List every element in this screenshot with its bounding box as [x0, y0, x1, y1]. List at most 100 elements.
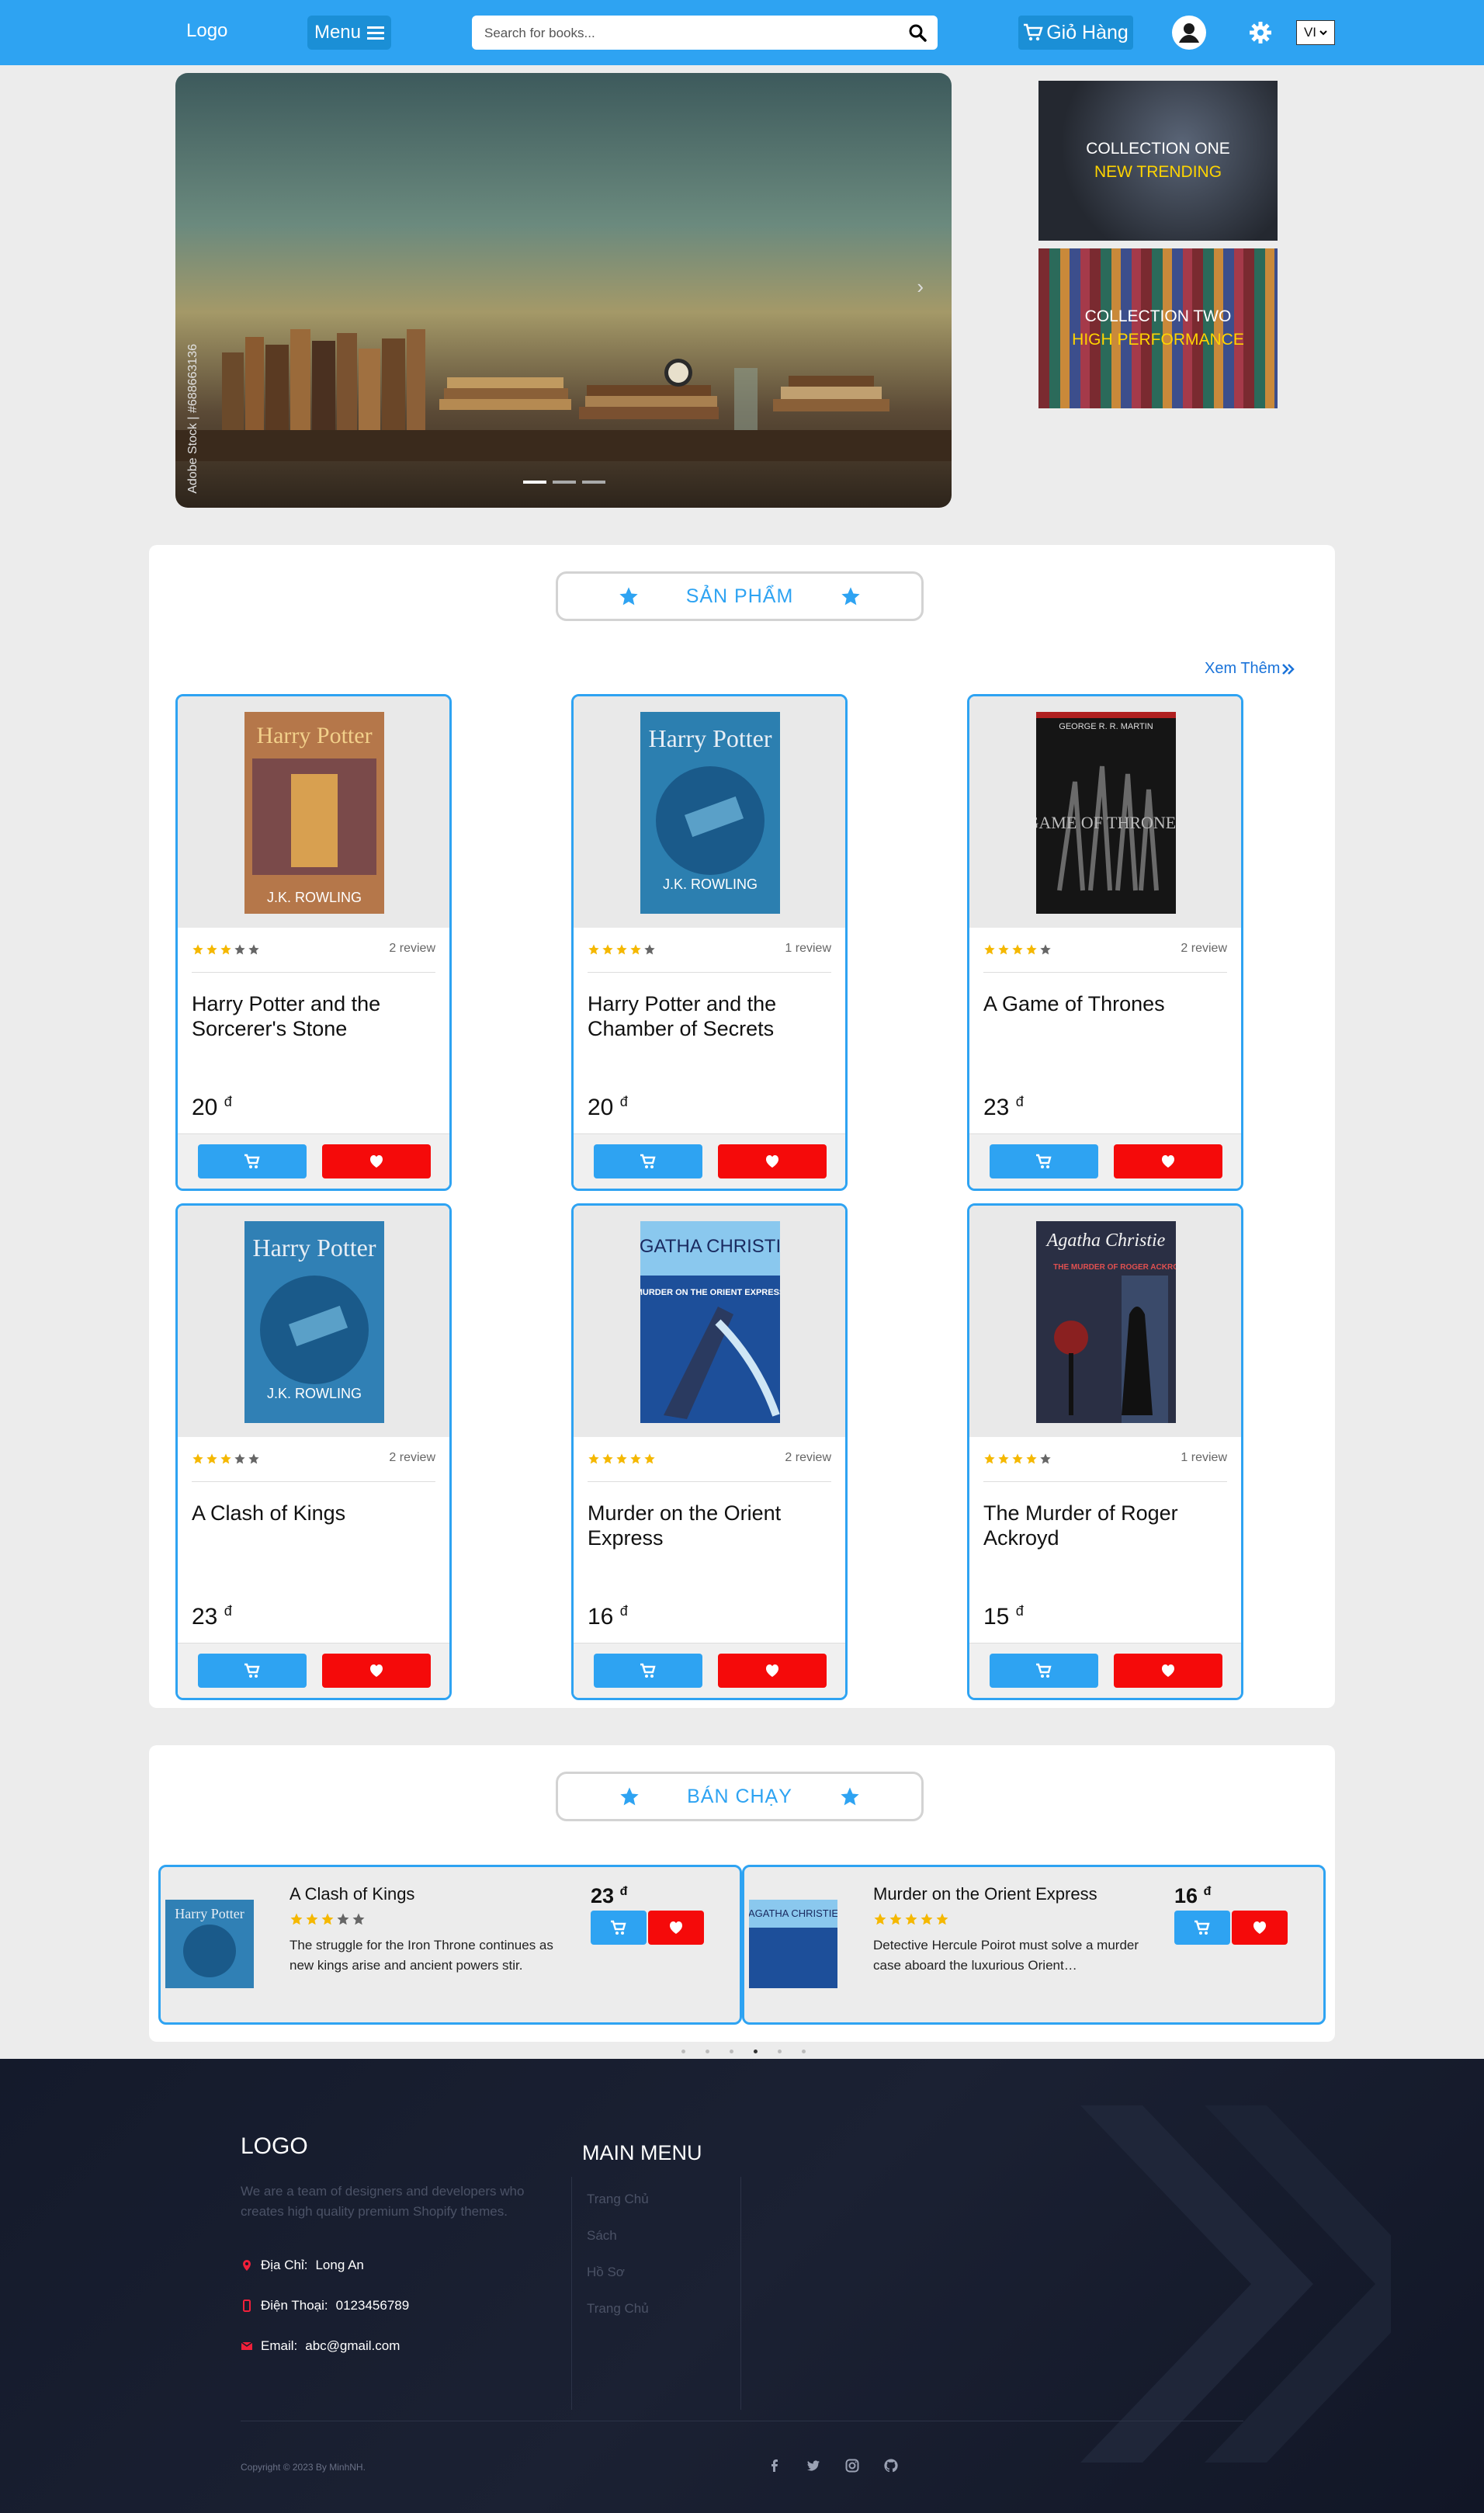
star-empty-icon	[248, 1453, 259, 1464]
product-card[interactable]: Harry Potter J.K. ROWLING 1 review Harry…	[571, 694, 848, 1191]
add-to-wishlist-button[interactable]	[322, 1654, 431, 1688]
twitter-icon[interactable]	[806, 2458, 821, 2473]
search-icon[interactable]	[908, 23, 927, 42]
star-filled-icon	[192, 1453, 203, 1464]
github-icon[interactable]	[883, 2458, 899, 2473]
add-to-wishlist-button[interactable]	[1114, 1654, 1222, 1688]
add-to-cart-button[interactable]	[198, 1654, 307, 1688]
product-image[interactable]: Harry Potter J.K. ROWLING	[574, 696, 845, 928]
star-filled-icon	[588, 1453, 599, 1464]
bestseller-item[interactable]: AGATHA CHRISTIE Murder on the Orient Exp…	[742, 1865, 1326, 2025]
divider	[192, 972, 435, 973]
bestseller-name[interactable]: Murder on the Orient Express	[873, 1884, 1097, 1904]
address-value: Long An	[315, 2258, 364, 2272]
stock-watermark: Adobe Stock | #688663136	[186, 344, 199, 494]
thumb-title: AGATHA CHRISTIE	[749, 1907, 837, 1919]
add-to-wishlist-button[interactable]	[718, 1654, 827, 1688]
footer-menu-item[interactable]: Sách	[587, 2228, 617, 2244]
carousel-next-icon[interactable]: ›	[917, 275, 924, 299]
heart-icon	[1162, 1155, 1174, 1168]
product-name[interactable]: Harry Potter and the Chamber of Secrets	[588, 991, 820, 1041]
star-filled-icon	[192, 944, 203, 955]
product-name[interactable]: A Clash of Kings	[192, 1501, 425, 1526]
bestseller-carousel-dots	[681, 2050, 806, 2053]
product-card[interactable]: Harry Potter J.K. ROWLING 2 review A Cla…	[175, 1203, 452, 1700]
add-to-cart-button[interactable]	[594, 1144, 702, 1178]
envelope-icon	[241, 2341, 253, 2350]
footer-menu-item[interactable]: Trang Chủ	[587, 2192, 649, 2207]
bestseller-name[interactable]: A Clash of Kings	[290, 1884, 414, 1904]
language-select[interactable]: VI	[1296, 20, 1335, 45]
collection-one-banner[interactable]: COLLECTION ONE NEW TRENDING	[1038, 81, 1278, 241]
add-to-wishlist-button[interactable]	[322, 1144, 431, 1178]
menu-button[interactable]: Menu	[307, 16, 391, 50]
footer-menu-item[interactable]: Trang Chủ	[587, 2301, 649, 2317]
rating-stars	[983, 1453, 1052, 1465]
footer-menu-item[interactable]: Hồ Sơ	[587, 2265, 625, 2280]
email-value[interactable]: abc@gmail.com	[305, 2338, 400, 2354]
add-to-cart-button[interactable]	[591, 1911, 647, 1945]
add-to-cart-button[interactable]	[990, 1144, 1098, 1178]
card-actions	[178, 1133, 449, 1189]
add-to-wishlist-button[interactable]	[1232, 1911, 1288, 1945]
carousel-dot[interactable]	[778, 2050, 782, 2053]
add-to-cart-button[interactable]	[594, 1654, 702, 1688]
currency-symbol: đ	[1203, 1885, 1212, 1898]
product-image[interactable]: Harry Potter J.K. ROWLING	[178, 1206, 449, 1437]
site-logo[interactable]: Logo	[186, 20, 227, 42]
carousel-dot[interactable]	[730, 2050, 733, 2053]
carousel-dot[interactable]	[681, 2050, 685, 2053]
add-to-wishlist-button[interactable]	[718, 1144, 827, 1178]
divider	[983, 972, 1227, 973]
bestseller-item[interactable]: Harry Potter A Clash of Kings The strugg…	[158, 1865, 742, 2025]
product-card[interactable]: AGATHA CHRISTIE MURDER ON THE ORIENT EXP…	[571, 1203, 848, 1700]
product-image[interactable]: GEORGE R. R. MARTIN GAME OF THRONES	[969, 696, 1241, 928]
star-icon	[841, 587, 860, 606]
facebook-icon[interactable]	[767, 2458, 782, 2473]
books-illustration	[175, 329, 952, 461]
product-card[interactable]: Agatha Christie THE MURDER OF ROGER ACKR…	[967, 1203, 1243, 1700]
book-cover: Harry Potter J.K. ROWLING	[244, 1221, 384, 1423]
heart-icon	[1162, 1664, 1174, 1677]
currency-symbol: đ	[619, 1603, 628, 1619]
star-empty-icon	[248, 944, 259, 955]
cover-title: Harry Potter	[648, 724, 771, 752]
cart-button[interactable]: Giỏ Hàng	[1018, 16, 1133, 50]
footer-logo[interactable]: LOGO	[241, 2133, 308, 2160]
bestseller-section-title: BÁN CHẠY	[556, 1772, 924, 1821]
see-more-link[interactable]: Xem Thêm	[1205, 660, 1295, 678]
product-card[interactable]: Harry Potter J.K. ROWLING 2 review Harry…	[175, 694, 452, 1191]
product-name[interactable]: Harry Potter and the Sorcerer's Stone	[192, 991, 425, 1041]
star-filled-icon	[630, 1453, 641, 1464]
phone-value[interactable]: 0123456789	[336, 2298, 410, 2313]
product-name[interactable]: A Game of Thrones	[983, 991, 1216, 1016]
carousel-dot[interactable]	[802, 2050, 806, 2053]
carousel-dot[interactable]	[706, 2050, 709, 2053]
location-pin-icon	[243, 2260, 251, 2271]
product-image[interactable]: Agatha Christie THE MURDER OF ROGER ACKR…	[969, 1206, 1241, 1437]
carousel-dot[interactable]	[582, 481, 605, 484]
settings-gear-icon[interactable]	[1248, 20, 1273, 45]
product-card[interactable]: GEORGE R. R. MARTIN GAME OF THRONES 2 re…	[967, 694, 1243, 1191]
add-to-wishlist-button[interactable]	[1114, 1144, 1222, 1178]
product-image[interactable]: AGATHA CHRISTIE MURDER ON THE ORIENT EXP…	[574, 1206, 845, 1437]
add-to-cart-button[interactable]	[1174, 1911, 1230, 1945]
star-empty-icon	[234, 944, 245, 955]
product-name[interactable]: Murder on the Orient Express	[588, 1501, 820, 1550]
price-value: 20	[588, 1095, 614, 1120]
hero-carousel[interactable]: › Adobe Stock | #688663136	[175, 73, 952, 508]
carousel-dot[interactable]	[523, 481, 546, 484]
add-to-wishlist-button[interactable]	[648, 1911, 704, 1945]
star-empty-icon	[337, 1913, 349, 1925]
collection-two-banner[interactable]: COLLECTION TWO HIGH PERFORMANCE	[1038, 248, 1278, 408]
carousel-dot[interactable]	[754, 2050, 758, 2053]
user-avatar[interactable]	[1172, 16, 1206, 50]
search-input[interactable]	[483, 16, 889, 51]
cover-title: GAME OF THRONES	[1036, 813, 1176, 832]
add-to-cart-button[interactable]	[198, 1144, 307, 1178]
add-to-cart-button[interactable]	[990, 1654, 1098, 1688]
product-image[interactable]: Harry Potter J.K. ROWLING	[178, 696, 449, 928]
carousel-dot[interactable]	[553, 481, 576, 484]
product-name[interactable]: The Murder of Roger Ackroyd	[983, 1501, 1216, 1550]
instagram-icon[interactable]	[844, 2458, 860, 2473]
